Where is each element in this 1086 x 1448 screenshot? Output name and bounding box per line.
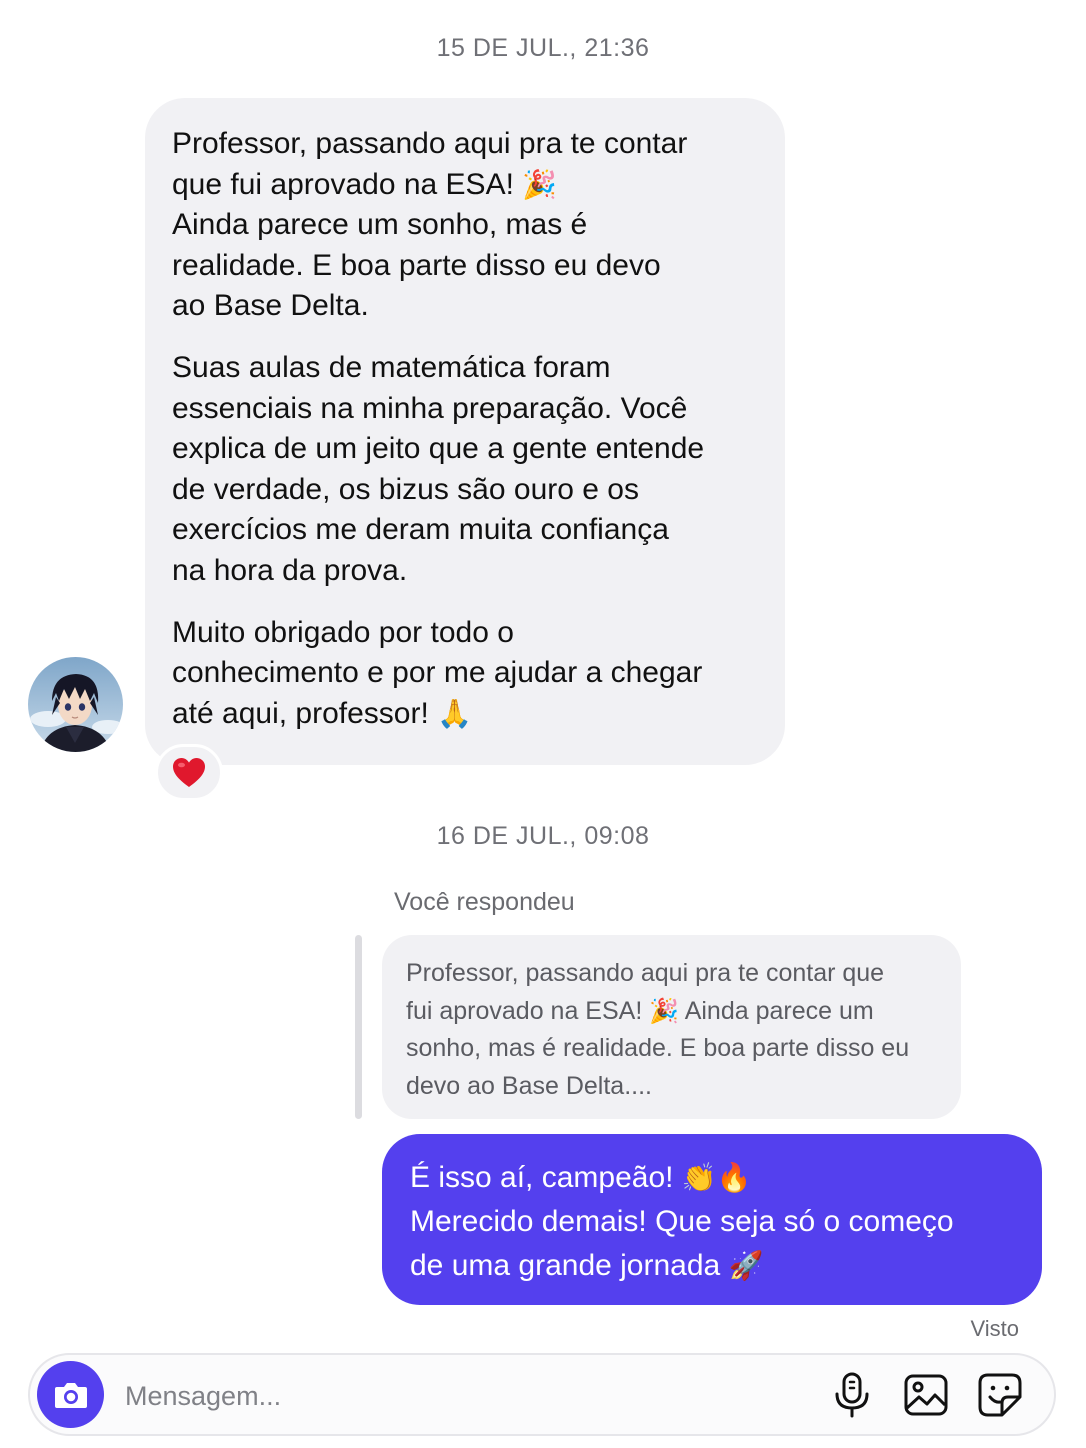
party-popper-icon: 🎉 bbox=[522, 167, 558, 201]
message-line: que fui aprovado na ESA! bbox=[172, 167, 514, 201]
quoted-line: Professor, passando aqui pra te contar q… bbox=[406, 959, 885, 987]
folded-hands-icon: 🙏 bbox=[437, 696, 473, 730]
incoming-message-bubble[interactable]: Professor, passando aqui pra te contar q… bbox=[145, 98, 785, 765]
rocket-icon: 🚀 bbox=[728, 1249, 764, 1282]
message-line: Muito obrigado por todo o bbox=[172, 615, 514, 649]
camera-icon bbox=[54, 1382, 87, 1408]
quoted-line: Ainda parece um bbox=[679, 996, 874, 1025]
message-input[interactable] bbox=[123, 1369, 807, 1423]
message-line: ao Base Delta. bbox=[172, 289, 369, 323]
message-line: Merecido demais! Que seja só o começo bbox=[410, 1205, 954, 1238]
message-paragraph-1: Professor, passando aqui pra te contar q… bbox=[172, 124, 757, 327]
timestamp-header: 16 DE JUL., 09:08 bbox=[436, 822, 650, 850]
image-gallery-icon bbox=[904, 1374, 948, 1416]
clapping-fire-icon: 👏🔥 bbox=[681, 1161, 752, 1194]
party-popper-icon: 🎉 bbox=[649, 996, 680, 1025]
timestamp-header: 15 DE JUL., 21:36 bbox=[436, 34, 650, 62]
camera-button[interactable] bbox=[37, 1361, 104, 1428]
outgoing-message-bubble[interactable]: É isso aí, campeão! 👏🔥 Merecido demais! … bbox=[382, 1134, 1042, 1305]
heart-icon bbox=[173, 757, 205, 787]
quoted-line: fui aprovado na ESA! bbox=[406, 996, 643, 1025]
message-line: explica de um jeito que a gente entende bbox=[172, 432, 705, 466]
message-line: de verdade, os bizus são ouro e os bbox=[172, 472, 639, 506]
sender-avatar[interactable] bbox=[28, 657, 123, 752]
message-line: Professor, passando aqui pra te contar bbox=[172, 127, 688, 160]
message-line: até aqui, professor! bbox=[172, 696, 429, 730]
reply-context-label: Você respondeu bbox=[394, 888, 575, 916]
message-line: essenciais na minha preparação. Você bbox=[172, 391, 688, 425]
anime-boy-avatar-icon bbox=[28, 657, 123, 752]
gallery-button[interactable] bbox=[902, 1371, 950, 1419]
message-line: de uma grande jornada bbox=[410, 1249, 721, 1282]
message-line: realidade. E boa parte disso eu devo bbox=[172, 248, 661, 282]
message-line: exercícios me deram muita confiança bbox=[172, 513, 669, 547]
microphone-icon bbox=[835, 1372, 869, 1418]
quoted-line: sonho, mas é realidade. E boa parte diss… bbox=[406, 1034, 910, 1063]
sticker-button[interactable] bbox=[976, 1371, 1024, 1419]
message-composer bbox=[28, 1353, 1056, 1436]
seen-status: Visto bbox=[970, 1316, 1019, 1341]
microphone-button[interactable] bbox=[828, 1371, 876, 1419]
message-reaction[interactable] bbox=[155, 744, 223, 801]
quoted-message-preview[interactable]: Professor, passando aqui pra te contar q… bbox=[382, 935, 961, 1119]
message-line: Suas aulas de matemática foram bbox=[172, 350, 611, 384]
message-paragraph-2: Suas aulas de matemática foram essenciai… bbox=[172, 348, 757, 592]
message-line: É isso aí, campeão! bbox=[410, 1161, 674, 1194]
quoted-line: devo ao Base Delta.... bbox=[406, 1072, 652, 1101]
reply-indicator-bar bbox=[355, 935, 362, 1119]
message-paragraph-3: Muito obrigado por todo o conhecimento e… bbox=[172, 613, 757, 735]
sticker-icon bbox=[978, 1373, 1022, 1417]
message-line: Ainda parece um sonho, mas é bbox=[172, 208, 588, 242]
message-line: na hora da prova. bbox=[172, 553, 408, 587]
message-line: conhecimento e por me ajudar a chegar bbox=[172, 656, 703, 690]
